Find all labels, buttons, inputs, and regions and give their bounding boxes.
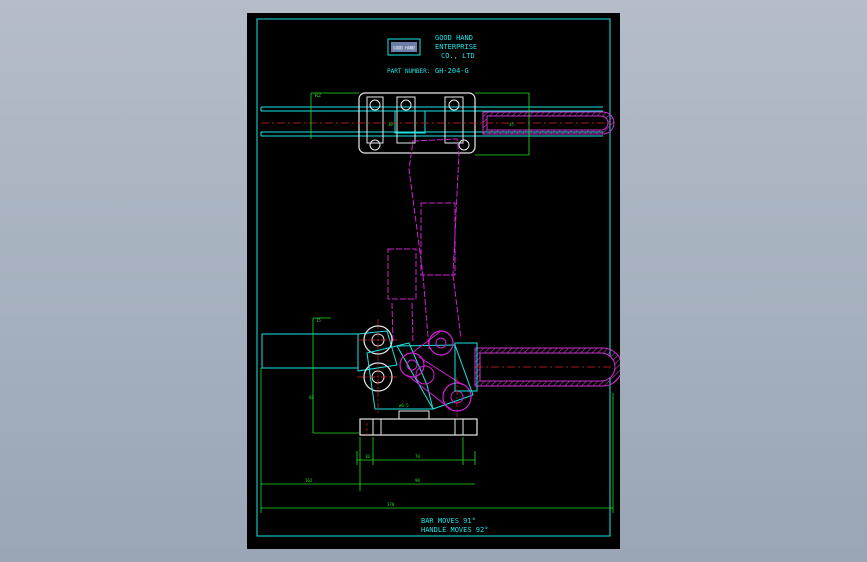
dim-base-width: 90 bbox=[415, 478, 420, 483]
company-name-line2: ENTERPRISE bbox=[435, 43, 477, 51]
dim-overall: 370 bbox=[387, 502, 395, 507]
link-pivot-upper bbox=[428, 330, 454, 356]
dim-small-top: ø6.5 bbox=[399, 403, 409, 408]
logo-text: GOOD HAND bbox=[393, 46, 415, 51]
dimension-lines: 15 60 10 70 162 90 ø6.5 370 bbox=[260, 317, 614, 513]
clamp-bar bbox=[261, 333, 359, 369]
cad-drawing-sheet: GOOD HAND GOOD HAND ENTERPRISE CO., LTD … bbox=[247, 13, 620, 549]
title-block: GOOD HAND GOOD HAND ENTERPRISE CO., LTD … bbox=[387, 34, 477, 75]
link-pivot-center bbox=[399, 352, 425, 378]
company-name-line1: GOOD HAND bbox=[435, 34, 473, 42]
swing-arm-open-position bbox=[387, 138, 462, 350]
dim-side-small: 15 bbox=[316, 318, 321, 323]
top-view: R2 10 45 bbox=[260, 92, 615, 156]
note-bar-moves: BAR MOVES 91° bbox=[421, 517, 476, 525]
dim-base-inner: 10 bbox=[365, 454, 370, 459]
dim-base-center: 70 bbox=[415, 454, 420, 459]
dim-top-radius: R2 bbox=[315, 93, 321, 99]
part-number-value: GH-204-G bbox=[435, 67, 469, 75]
side-view bbox=[261, 319, 620, 436]
dim-top-left: 10 bbox=[388, 122, 393, 127]
dim-left-offset: 162 bbox=[305, 478, 313, 483]
company-name-line3: CO., LTD bbox=[441, 52, 475, 60]
clamp-drawing: GOOD HAND GOOD HAND ENTERPRISE CO., LTD … bbox=[256, 18, 620, 537]
part-number-label: PART NUMBER: bbox=[387, 68, 430, 75]
sheet-border bbox=[256, 18, 611, 537]
dim-side-height: 60 bbox=[309, 395, 314, 400]
note-handle-moves: HANDLE MOVES 92° bbox=[421, 526, 488, 534]
dim-top-right: 45 bbox=[509, 122, 514, 127]
base-plate bbox=[359, 418, 478, 436]
